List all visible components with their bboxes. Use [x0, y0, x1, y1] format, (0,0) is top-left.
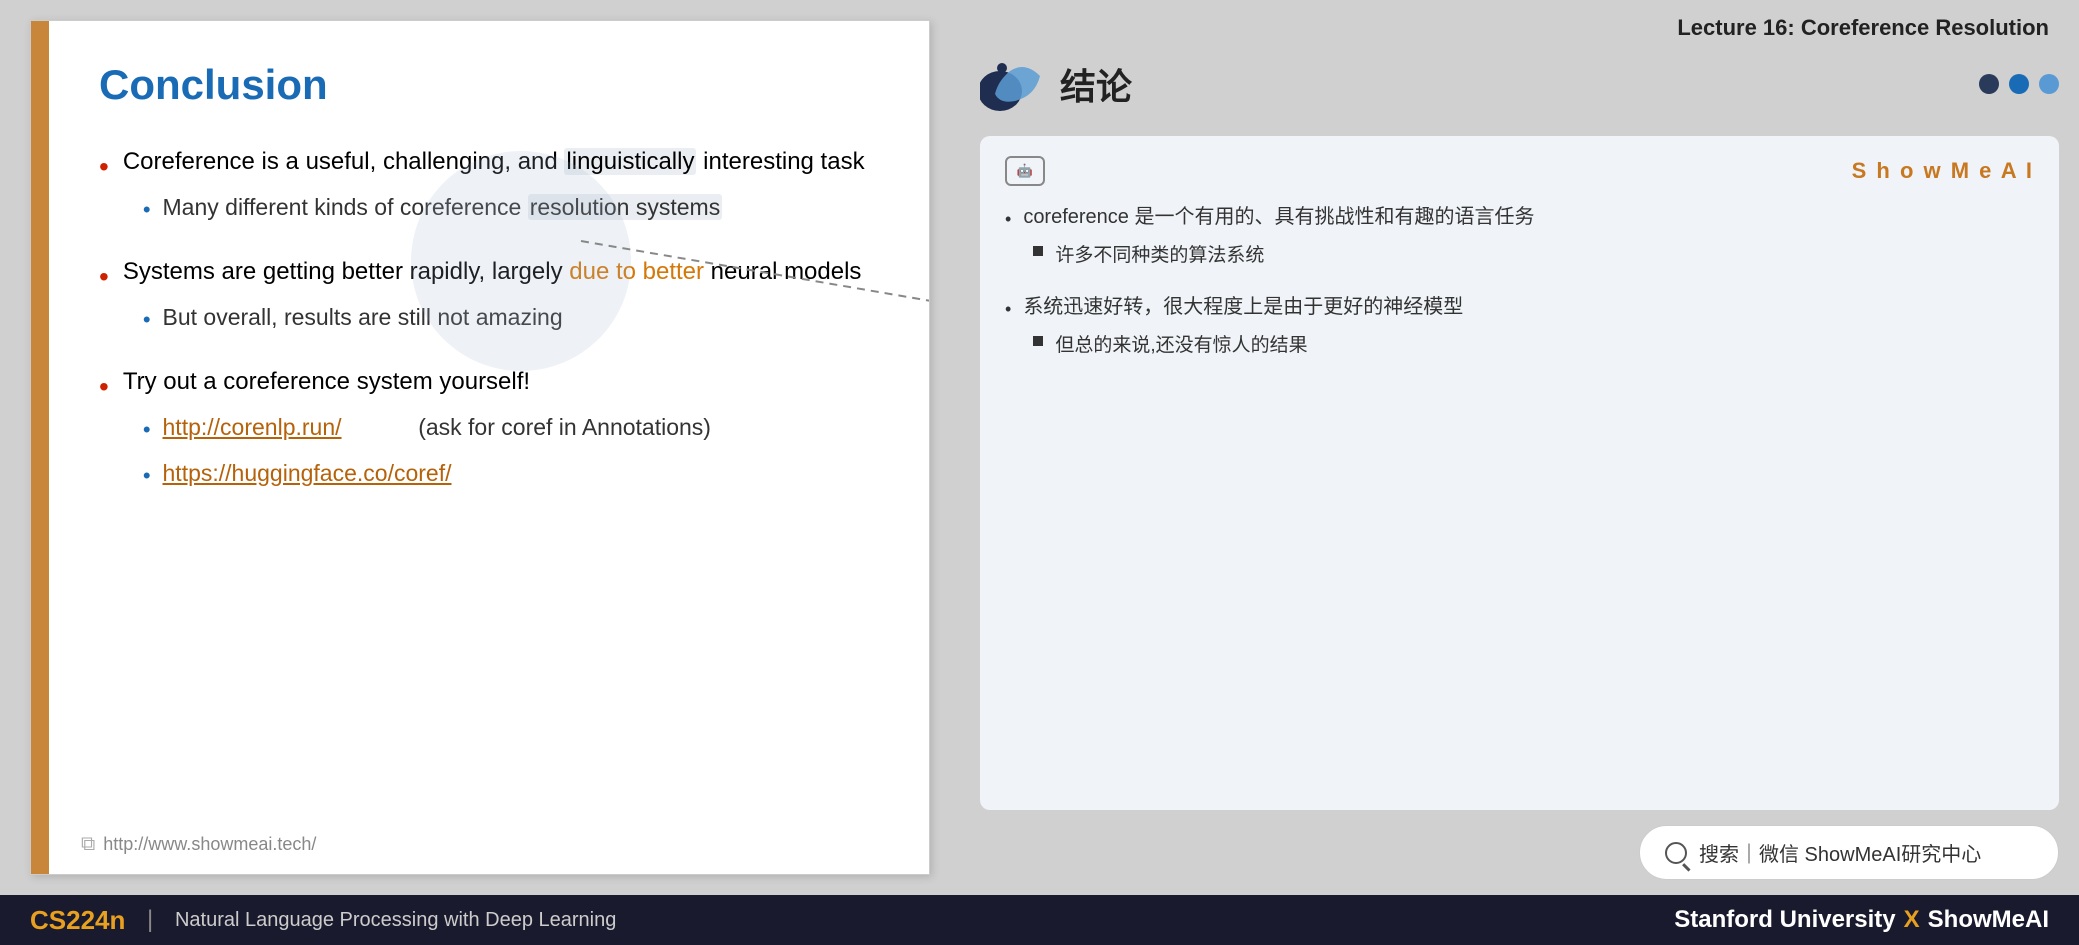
nav-dot-3: [2039, 74, 2059, 94]
cn-header: 结论: [980, 56, 2059, 111]
bullet-3-marker: •: [99, 366, 109, 408]
cn-bullet-1-content: coreference 是一个有用的、具有挑战性和有趣的语言任务 许多不同种类的…: [1023, 201, 1534, 279]
bullet-3: • Try out a coreference system yourself!…: [99, 364, 879, 502]
ai-badge-text: 🤖: [1017, 163, 1033, 179]
nav-dot-2: [2009, 74, 2029, 94]
cn-sub-bullet-1-1-text: 许多不同种类的算法系统: [1055, 241, 1264, 271]
sub-bullets-1: • Many different kinds of coreference re…: [143, 190, 865, 226]
cn-bullet-2-text: 系统迅速好转，很大程度上是由于更好的神经模型: [1023, 296, 1463, 318]
slide-panel: Conclusion • Coreference is a useful, ch…: [30, 20, 930, 875]
showmeai-brand: S h o w M e A I: [1852, 158, 2034, 184]
sub-bullet-3-1-marker: •: [143, 413, 151, 446]
corenlp-link[interactable]: http://corenlp.run/: [163, 414, 342, 440]
huggingface-link[interactable]: https://huggingface.co/coref/: [163, 456, 452, 491]
bullet-2-text: Systems are getting better rapidly, larg…: [123, 258, 862, 285]
cn-bullet-1-marker: •: [1005, 205, 1011, 234]
cn-bullets: • coreference 是一个有用的、具有挑战性和有趣的语言任务 许多不同种…: [1005, 201, 2034, 370]
cn-bullet-1-text: coreference 是一个有用的、具有挑战性和有趣的语言任务: [1023, 206, 1534, 228]
showmeai-card: 🤖 S h o w M e A I • coreference 是一个有用的、具…: [980, 136, 2059, 810]
cn-bullet-2: • 系统迅速好转，很大程度上是由于更好的神经模型 但总的来说,还没有惊人的结果: [1005, 291, 2034, 369]
cn-sub-bullet-1-1: 许多不同种类的算法系统: [1033, 241, 1534, 271]
search-icon: [1665, 842, 1687, 864]
nav-dot-1: [1979, 74, 1999, 94]
cn-sub-bullet-2-1-marker: [1033, 336, 1043, 346]
course-name: Natural Language Processing with Deep Le…: [175, 909, 616, 932]
course-code: CS224n: [30, 905, 125, 936]
slide-footer: ⧉ http://www.showmeai.tech/: [81, 833, 316, 856]
sub-bullets-3: • http://corenlp.run/ (ask for coref in …: [143, 410, 711, 492]
corenlp-note: (ask for coref in Annotations): [418, 414, 711, 440]
bullet-2-content: Systems are getting better rapidly, larg…: [123, 254, 862, 346]
bullet-1-content: Coreference is a useful, challenging, an…: [123, 144, 865, 236]
bullet-2-marker: •: [99, 256, 109, 298]
bullet-3-content: Try out a coreference system yourself! •…: [123, 364, 711, 502]
cn-bullet-2-marker: •: [1005, 295, 1011, 324]
cn-bullet-2-content: 系统迅速好转，很大程度上是由于更好的神经模型 但总的来说,还没有惊人的结果: [1023, 291, 1463, 369]
footer-url: http://www.showmeai.tech/: [103, 834, 316, 855]
bottom-divider: |: [140, 906, 160, 934]
sub-bullet-2-1-text: But overall, results are still not amazi…: [163, 300, 563, 335]
bullet-2: • Systems are getting better rapidly, la…: [99, 254, 879, 346]
bullet-1-text: Coreference is a useful, challenging, an…: [123, 148, 865, 175]
showmeai-footer-brand: ShowMeAI: [1928, 906, 2049, 934]
search-text: 搜索｜微信 ShowMeAI研究中心: [1699, 838, 1981, 867]
sub-bullet-1-1-text: Many different kinds of coreference reso…: [163, 190, 723, 225]
cn-sub-bullets-2: 但总的来说,还没有惊人的结果: [1033, 331, 1463, 361]
sub-bullet-3-2-marker: •: [143, 459, 151, 492]
cn-sub-bullet-2-1-text: 但总的来说,还没有惊人的结果: [1055, 331, 1307, 361]
cn-sub-bullet-2-1: 但总的来说,还没有惊人的结果: [1033, 331, 1463, 361]
slide-bullets: • Coreference is a useful, challenging, …: [99, 144, 879, 502]
card-header: 🤖 S h o w M e A I: [1005, 156, 2034, 186]
lecture-title: Lecture 16: Coreference Resolution: [980, 15, 2059, 41]
cn-sub-bullets-1: 许多不同种类的算法系统: [1033, 241, 1534, 271]
ai-badge: 🤖: [1005, 156, 1045, 186]
slide-left-bar: [31, 21, 49, 874]
sub-bullet-1-1-marker: •: [143, 193, 151, 226]
bottom-bar: CS224n | Natural Language Processing wit…: [0, 895, 2079, 945]
x-separator: X: [1904, 906, 1920, 934]
slide-content: Conclusion • Coreference is a useful, ch…: [49, 21, 929, 560]
right-panel: Lecture 16: Coreference Resolution 结论: [960, 0, 2079, 895]
bottom-left: CS224n | Natural Language Processing wit…: [30, 905, 616, 936]
cn-title: 结论: [1060, 58, 1132, 110]
nav-dots: [1979, 74, 2059, 94]
sub-bullet-1-1: • Many different kinds of coreference re…: [143, 190, 865, 226]
bullet-1: • Coreference is a useful, challenging, …: [99, 144, 879, 236]
link-1[interactable]: http://corenlp.run/ (ask for coref in An…: [163, 410, 711, 445]
sub-bullets-2: • But overall, results are still not ama…: [143, 300, 862, 336]
bullet-1-marker: •: [99, 146, 109, 188]
bottom-right: Stanford University X ShowMeAI: [1674, 906, 2049, 934]
sub-bullet-3-1: • http://corenlp.run/ (ask for coref in …: [143, 410, 711, 446]
slide-title: Conclusion: [99, 61, 879, 109]
sub-bullet-2-1-marker: •: [143, 303, 151, 336]
cn-sub-bullet-1-1-marker: [1033, 246, 1043, 256]
search-bar[interactable]: 搜索｜微信 ShowMeAI研究中心: [1639, 825, 2059, 880]
bullet-3-text: Try out a coreference system yourself!: [123, 368, 530, 395]
cursor-icon: ⧉: [81, 833, 95, 856]
stanford-text: Stanford University: [1674, 906, 1895, 934]
sub-bullet-3-2: • https://huggingface.co/coref/: [143, 456, 711, 492]
cn-icon: [980, 56, 1045, 111]
sub-bullet-2-1: • But overall, results are still not ama…: [143, 300, 862, 336]
cn-bullet-1: • coreference 是一个有用的、具有挑战性和有趣的语言任务 许多不同种…: [1005, 201, 2034, 279]
